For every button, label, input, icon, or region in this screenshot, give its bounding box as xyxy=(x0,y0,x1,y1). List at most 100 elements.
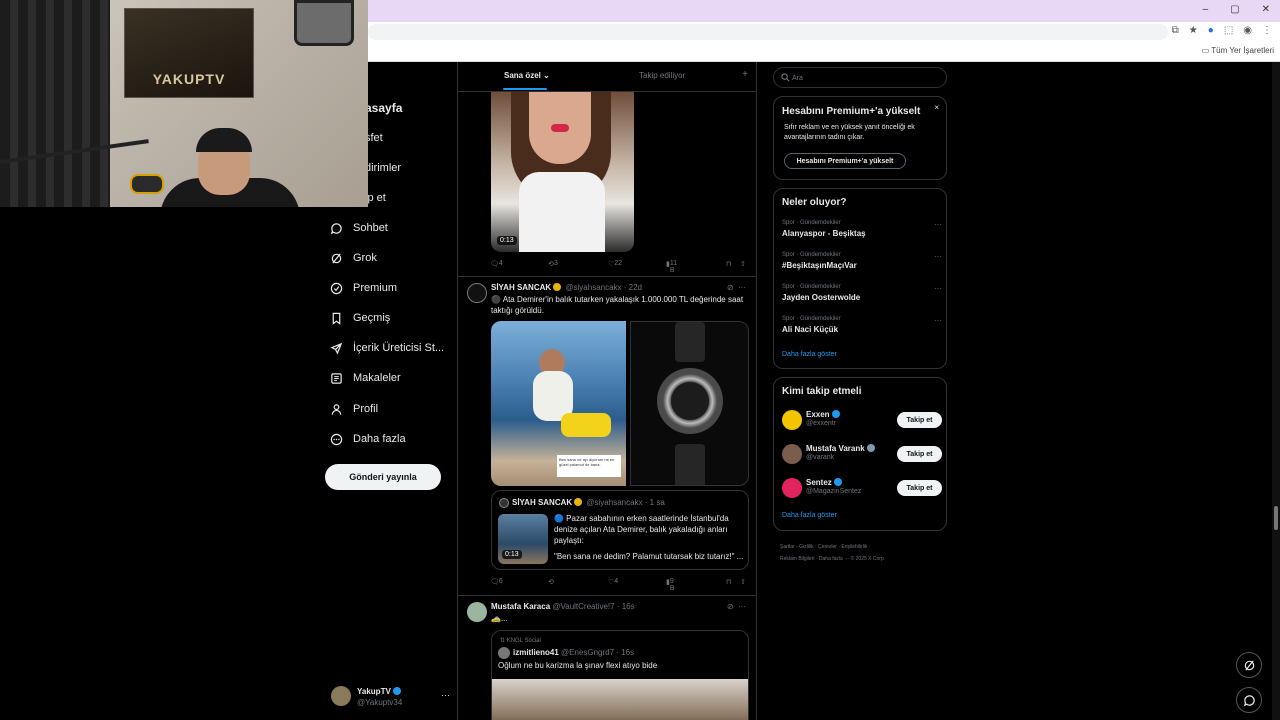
chat-icon xyxy=(1243,694,1255,706)
page-scrollbar[interactable] xyxy=(1272,62,1280,720)
repost-button[interactable]: ⟲ xyxy=(548,578,554,586)
trend-item[interactable]: Spor · Gündemdekiler Ali Naci Küçük ··· xyxy=(782,316,942,342)
post-more-icon[interactable]: ··· xyxy=(738,602,746,611)
extension-icon[interactable]: ● xyxy=(1208,25,1214,36)
trend-item[interactable]: Spor · Gündemdekiler Jayden Oosterwolde … xyxy=(782,284,942,310)
post-video[interactable]: 0:13 xyxy=(491,92,634,252)
trend-more-icon[interactable]: ··· xyxy=(934,284,942,293)
tab-for-you[interactable]: Sana özel ⌄ xyxy=(504,71,550,80)
add-tab-icon[interactable]: + xyxy=(742,69,748,80)
upgrade-premium-button[interactable]: Hesabını Premium+'a yükselt xyxy=(784,153,906,169)
post-author[interactable]: SİYAH SANCAK xyxy=(491,283,551,292)
trend-more-icon[interactable]: ··· xyxy=(934,220,942,229)
bookmark-icon xyxy=(329,311,343,325)
post-button[interactable]: Gönderi yayınla xyxy=(325,464,441,490)
quoted-post[interactable]: ⇅ KNGL Social izmitlieno41 @EnesGngrd7 ·… xyxy=(491,630,749,720)
search-icon xyxy=(781,73,790,82)
search-input[interactable] xyxy=(792,71,942,85)
post-author[interactable]: Mustafa Karaca xyxy=(491,602,550,611)
suggestion-handle: @varank xyxy=(806,454,835,461)
avatar xyxy=(782,410,802,430)
follow-suggestion[interactable]: Exxen @exxentr Takip et xyxy=(782,408,942,434)
follow-suggestion[interactable]: Mustafa Varank @varank Takip et xyxy=(782,442,942,468)
sidebar-item-premium[interactable]: Premium xyxy=(329,281,397,295)
post-handle[interactable]: @VaultCreative!7 · 16s xyxy=(552,602,634,611)
sidebar-item-creator-studio[interactable]: İçerik Üreticisi St... xyxy=(329,341,444,355)
account-handle: @Yakuptv34 xyxy=(357,698,403,707)
views-button[interactable]: ▮ 11 B xyxy=(666,260,677,274)
minimize-button[interactable]: – xyxy=(1203,4,1209,15)
sidebar-item-follow[interactable]: ip et xyxy=(365,192,386,204)
divider xyxy=(458,276,756,277)
maximize-button[interactable]: ▢ xyxy=(1230,4,1239,15)
profile-avatar-icon[interactable]: ◉ xyxy=(1243,25,1252,36)
sidebar-item-profile[interactable]: Profil xyxy=(329,402,378,416)
grok-icon[interactable]: ⊘ xyxy=(727,602,734,611)
avatar[interactable] xyxy=(467,283,487,303)
install-icon[interactable]: ⧉ xyxy=(1172,25,1179,36)
sidebar-item-grok[interactable]: Grok xyxy=(329,251,377,265)
trend-item[interactable]: Spor · Gündemdekiler Alanyaspor - Beşikt… xyxy=(782,220,942,246)
sidebar-item-home[interactable]: asayfa xyxy=(365,101,402,115)
follow-button[interactable]: Takip et xyxy=(897,412,942,428)
quoted-post[interactable]: SİYAH SANCAK @siyahsancakx · 1 sa 0:13 🔵… xyxy=(491,490,749,570)
post-handle[interactable]: @siyahsancakx · 22d xyxy=(565,283,642,292)
trend-more-icon[interactable]: ··· xyxy=(934,252,942,261)
repost-button[interactable]: ⟲ 3 xyxy=(548,260,558,268)
close-icon[interactable]: × xyxy=(934,103,939,112)
quote-image xyxy=(492,679,748,720)
like-button[interactable]: ♡ 4 xyxy=(608,578,618,586)
follow-button[interactable]: Takip et xyxy=(897,480,942,496)
close-window-button[interactable]: ✕ xyxy=(1262,4,1270,15)
sidebar-item-notifications[interactable]: dirimler xyxy=(365,162,401,174)
profile-icon xyxy=(329,402,343,416)
menu-icon[interactable]: ⋮ xyxy=(1262,25,1272,36)
share-button[interactable]: ⇧ xyxy=(740,260,746,268)
reply-button[interactable]: 🗨 4 xyxy=(490,260,503,268)
video-frame-clothing xyxy=(519,172,605,252)
like-button[interactable]: ♡ 22 xyxy=(608,260,622,268)
tab-following[interactable]: Takip ediliyor xyxy=(639,71,685,80)
timeline-tabs: Sana özel ⌄ Takip ediliyor + xyxy=(458,62,756,92)
avatar[interactable] xyxy=(467,602,487,622)
post-image-watch[interactable] xyxy=(630,321,749,486)
bookmark-button[interactable]: ⊓ xyxy=(726,578,731,586)
sidebar-item-more[interactable]: Daha fazla xyxy=(329,432,406,446)
account-switcher[interactable]: YakupTV @Yakuptv34 ··· xyxy=(331,684,451,710)
trends-show-more-link[interactable]: Daha fazla göster xyxy=(782,351,837,358)
post-image-boat[interactable]: Ben sana ne ayı diyorum ne en güzel pala… xyxy=(491,321,626,486)
who-to-follow-show-more-link[interactable]: Daha fazla göster xyxy=(782,512,837,519)
bookmark-button[interactable]: ⊓ xyxy=(726,260,731,268)
all-bookmarks-folder[interactable]: ▭ Tüm Yer İşaretleri xyxy=(1202,46,1274,55)
sidebar-item-articles[interactable]: Makaleler xyxy=(329,371,401,385)
trend-more-icon[interactable]: ··· xyxy=(934,316,942,325)
grok-float-button[interactable] xyxy=(1236,652,1262,678)
address-bar[interactable] xyxy=(368,24,1168,40)
share-button[interactable]: ⇧ xyxy=(740,578,746,586)
sidebar-item-history[interactable]: Geçmiş xyxy=(329,311,390,325)
sidebar-item-chat[interactable]: Sohbet xyxy=(329,221,388,235)
post-more-icon[interactable]: ··· xyxy=(738,283,746,292)
trend-name: Ali Naci Küçük xyxy=(782,325,839,334)
quote-video-thumbnail: 0:13 xyxy=(498,514,548,564)
footer-line[interactable]: Reklam Bilgileri · Daha fazla ··· © 2025… xyxy=(780,553,950,565)
search-box[interactable] xyxy=(773,67,947,88)
grok-icon[interactable]: ⊘ xyxy=(727,283,734,292)
scrollbar-thumb[interactable] xyxy=(1274,506,1278,530)
reply-button[interactable]: 🗨 6 xyxy=(490,578,503,586)
footer-line[interactable]: Şartlar · Gizlilik · Çerezler · Erişileb… xyxy=(780,541,950,553)
quote-text: 🔵 Pazar sabahının erken saatlerinde İsta… xyxy=(554,514,744,561)
views-button[interactable]: ▮ 9 B xyxy=(666,578,675,592)
suggestion-handle: @exxentr xyxy=(806,420,837,427)
follow-suggestion[interactable]: Sentez @MagazinSentez Takip et xyxy=(782,476,942,502)
verified-badge-icon xyxy=(574,498,583,506)
bookmark-star-icon[interactable]: ★ xyxy=(1189,25,1198,36)
puzzle-icon[interactable]: ⬚ xyxy=(1224,25,1233,36)
follow-button[interactable]: Takip et xyxy=(897,446,942,462)
webcam-background xyxy=(0,0,110,207)
messages-float-button[interactable] xyxy=(1236,687,1262,713)
sidebar-item-label: Premium xyxy=(353,282,398,294)
account-more-icon[interactable]: ··· xyxy=(441,690,450,700)
trend-item[interactable]: Spor · Gündemdekiler #BeşiktaşınMaçıVar … xyxy=(782,252,942,278)
footer-links: Şartlar · Gizlilik · Çerezler · Erişileb… xyxy=(780,541,950,565)
